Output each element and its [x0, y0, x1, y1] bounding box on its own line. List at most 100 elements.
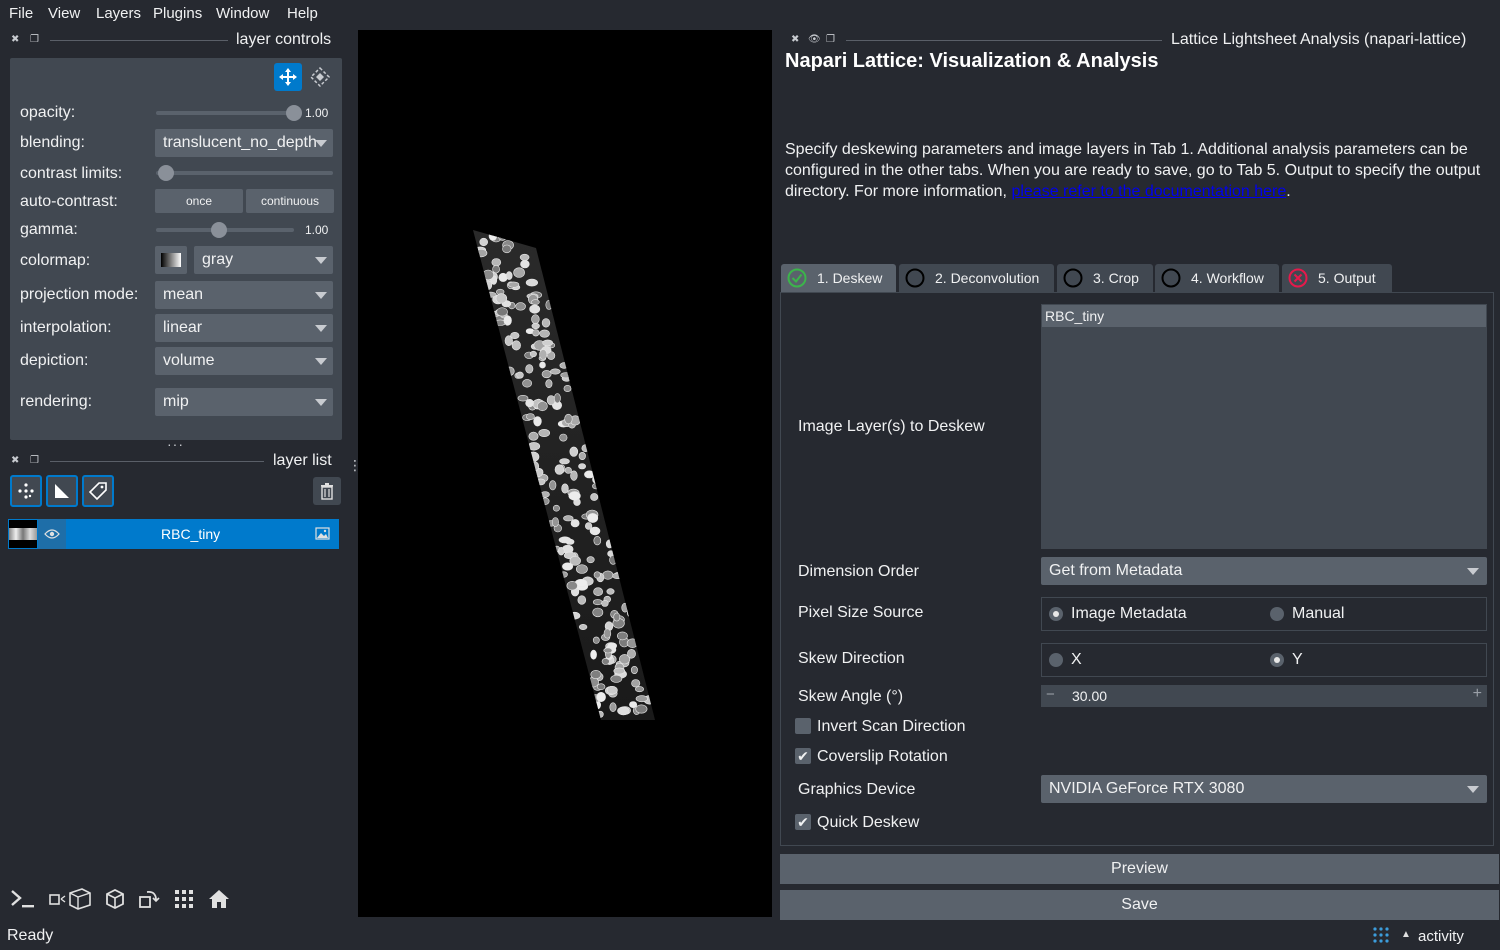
cell-blob: [537, 401, 548, 412]
contrast-limits-slider[interactable]: [156, 171, 333, 175]
pan-zoom-button[interactable]: [274, 63, 302, 91]
auto-contrast-continuous-button[interactable]: continuous: [246, 189, 334, 213]
transform-button[interactable]: [306, 63, 334, 91]
tab-label: 5. Output: [1318, 270, 1376, 286]
increment-button[interactable]: +: [1473, 685, 1482, 703]
graphics-device-select[interactable]: NVIDIA GeForce RTX 3080: [1041, 775, 1487, 803]
radio-skew-x-label[interactable]: X: [1071, 651, 1082, 669]
menu-view[interactable]: View: [48, 5, 80, 22]
cell-blob: [590, 493, 599, 501]
tab-deskew[interactable]: 1. Deskew: [781, 264, 896, 292]
decrement-button[interactable]: −: [1046, 686, 1055, 703]
tab-crop[interactable]: 3. Crop: [1057, 264, 1153, 292]
cell-blob: [592, 483, 601, 490]
cell-blob: [559, 433, 568, 442]
rendering-select[interactable]: mip: [155, 388, 333, 416]
preview-button[interactable]: Preview: [780, 854, 1499, 884]
layer-list-item[interactable]: RBC_tiny: [8, 519, 339, 549]
empty-circle-icon: [905, 268, 925, 288]
invert-scan-checkbox[interactable]: [795, 718, 811, 734]
skew-angle-spinbox[interactable]: − 30.00 +: [1041, 685, 1487, 707]
cell-blob: [590, 649, 597, 660]
radio-image-metadata-label[interactable]: Image Metadata: [1071, 605, 1187, 623]
menubar: File View Layers Plugins Window Help: [0, 0, 1500, 28]
new-points-layer-button[interactable]: [10, 475, 42, 507]
new-shapes-layer-button[interactable]: [46, 475, 78, 507]
cell-blob: [495, 293, 508, 304]
menu-window[interactable]: Window: [216, 5, 269, 22]
depiction-select[interactable]: volume: [155, 347, 333, 375]
new-labels-layer-button[interactable]: [82, 475, 114, 507]
skew-angle-label: Skew Angle (°): [798, 688, 904, 705]
menu-help[interactable]: Help: [287, 5, 318, 22]
float-dock-icon[interactable]: ❐: [30, 455, 39, 466]
interpolation-select[interactable]: linear: [155, 314, 333, 342]
visibility-toggle[interactable]: [38, 519, 66, 549]
radio-skew-x[interactable]: [1049, 653, 1063, 667]
menu-file[interactable]: File: [9, 5, 33, 22]
hide-dock-icon[interactable]: 👁: [808, 34, 821, 45]
activity-label[interactable]: activity: [1418, 928, 1464, 945]
menu-plugins[interactable]: Plugins: [153, 5, 202, 22]
projection-mode-select[interactable]: mean: [155, 281, 333, 309]
image-layers-list[interactable]: RBC_tiny: [1041, 304, 1487, 549]
colormap-select[interactable]: gray: [194, 246, 333, 274]
opacity-value: 1.00: [305, 106, 329, 120]
contrast-limits-handle[interactable]: [158, 165, 174, 181]
gamma-slider-handle[interactable]: [211, 222, 227, 238]
opacity-slider-handle[interactable]: [286, 105, 302, 121]
cell-blob: [581, 444, 590, 453]
menu-layers[interactable]: Layers: [96, 5, 141, 22]
radio-manual-label[interactable]: Manual: [1292, 605, 1344, 623]
radio-skew-y-label[interactable]: Y: [1292, 651, 1303, 669]
colormap-gradient: [161, 253, 181, 267]
tab-label: 3. Crop: [1093, 270, 1139, 286]
close-dock-icon[interactable]: ✖: [11, 34, 19, 45]
opacity-slider[interactable]: [156, 111, 294, 115]
radio-image-metadata[interactable]: [1049, 607, 1063, 621]
radio-skew-y[interactable]: [1270, 653, 1284, 667]
float-dock-icon[interactable]: ❐: [30, 34, 39, 45]
layer-name[interactable]: RBC_tiny: [161, 526, 220, 542]
skew-angle-value[interactable]: 30.00: [1072, 688, 1107, 704]
quick-deskew-label[interactable]: Quick Deskew: [817, 814, 919, 832]
dock-resize-handle[interactable]: ⋮: [348, 458, 362, 472]
layer-controls-title: layer controls: [236, 31, 332, 48]
rendering-label: rendering:: [20, 393, 93, 410]
close-dock-icon[interactable]: ✖: [11, 455, 19, 466]
tab-deconvolution[interactable]: 2. Deconvolution: [899, 264, 1054, 292]
tab-output[interactable]: 5. Output: [1282, 264, 1392, 292]
activity-dots-icon[interactable]: [1372, 926, 1390, 944]
radio-manual[interactable]: [1270, 607, 1284, 621]
error-circle-icon: [1288, 268, 1308, 288]
console-button[interactable]: [8, 884, 38, 914]
viewer-canvas[interactable]: [358, 30, 772, 917]
cell-blob: [550, 368, 561, 375]
coverslip-rotation-label[interactable]: Coverslip Rotation: [817, 748, 948, 766]
cell-blob: [540, 491, 550, 498]
transpose-button[interactable]: [134, 884, 164, 914]
coverslip-rotation-checkbox[interactable]: ✔: [795, 748, 811, 764]
quick-deskew-checkbox[interactable]: ✔: [795, 814, 811, 830]
save-button[interactable]: Save: [780, 890, 1499, 920]
tab-workflow[interactable]: 4. Workflow: [1155, 264, 1279, 292]
cell-blob: [527, 442, 541, 451]
cell-blob: [603, 647, 613, 654]
roll-dims-button[interactable]: [100, 884, 130, 914]
dimension-order-select[interactable]: Get from Metadata: [1041, 557, 1487, 585]
gamma-label: gamma:: [20, 221, 78, 238]
close-dock-icon[interactable]: ✖: [791, 34, 799, 45]
auto-contrast-once-button[interactable]: once: [155, 189, 243, 213]
reset-view-button[interactable]: [204, 884, 234, 914]
grid-view-button[interactable]: [169, 884, 199, 914]
ndisplay-toggle-button[interactable]: [46, 884, 94, 914]
caret-up-icon[interactable]: ▲: [1401, 929, 1411, 940]
splitter-handle[interactable]: ···: [167, 436, 184, 452]
float-dock-icon[interactable]: ❐: [826, 34, 835, 45]
documentation-link[interactable]: please refer to the documentation here: [1011, 183, 1286, 200]
blending-select[interactable]: translucent_no_depth: [155, 129, 333, 157]
image-layer-option[interactable]: RBC_tiny: [1042, 305, 1486, 327]
delete-layer-button[interactable]: [313, 477, 341, 505]
invert-scan-label[interactable]: Invert Scan Direction: [817, 718, 966, 736]
cell-blob: [551, 517, 559, 527]
